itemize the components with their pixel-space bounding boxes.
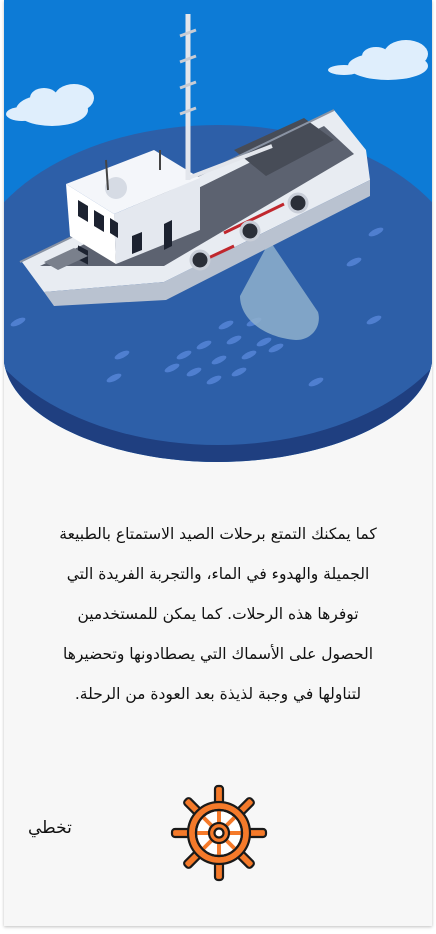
- fishing-boat-illustration: [4, 0, 432, 470]
- ship-wheel-icon[interactable]: [170, 784, 268, 882]
- description-line: الجميلة والهدوء في الماء، والتجربة الفري…: [66, 565, 370, 583]
- description-line: توفرها هذه الرحلات. كما يمكن للمستخدمين: [77, 605, 359, 623]
- onboarding-screen: كما يمكنك التمتع برحلات الصيد الاستمتاع …: [4, 0, 432, 926]
- description-line: لتناولها في وجبة لذيذة بعد العودة من الر…: [74, 685, 362, 703]
- skip-button[interactable]: تخطي: [28, 818, 72, 838]
- description-line: الحصول على الأسماك التي يصطادونها وتحضير…: [62, 645, 374, 663]
- onboarding-description: كما يمكنك التمتع برحلات الصيد الاستمتاع …: [22, 514, 414, 714]
- description-line: كما يمكنك التمتع برحلات الصيد الاستمتاع …: [59, 525, 377, 543]
